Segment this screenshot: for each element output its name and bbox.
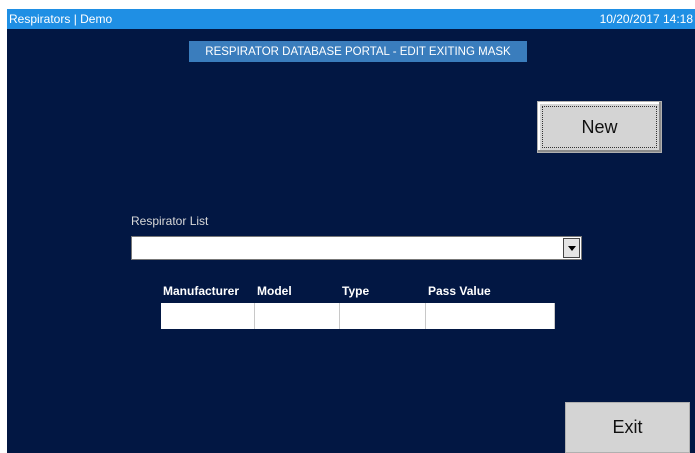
chevron-down-icon	[567, 245, 576, 251]
respirator-list-dropdown[interactable]	[131, 236, 582, 260]
app-screen: Respirators | Demo 10/20/2017 14:18 RESP…	[7, 9, 695, 453]
table-row[interactable]	[161, 303, 555, 329]
datetime-display: 10/20/2017 14:18	[599, 12, 693, 26]
column-header-type[interactable]: Type	[340, 277, 426, 303]
table-cell-model[interactable]	[255, 303, 340, 329]
column-header-pass-value[interactable]: Pass Value	[426, 277, 555, 303]
column-header-manufacturer[interactable]: Manufacturer	[161, 277, 255, 303]
table-cell-manufacturer[interactable]	[161, 303, 255, 329]
new-button[interactable]: New	[537, 101, 662, 153]
title-bar: Respirators | Demo 10/20/2017 14:18	[7, 9, 695, 29]
table-header: Manufacturer Model Type Pass Value	[161, 277, 555, 303]
app-title: Respirators | Demo	[9, 12, 113, 26]
respirator-list-label: Respirator List	[131, 214, 209, 228]
table-cell-type[interactable]	[340, 303, 426, 329]
dropdown-arrow-button[interactable]	[563, 238, 580, 258]
page-title: RESPIRATOR DATABASE PORTAL - EDIT EXITIN…	[189, 41, 527, 62]
table-cell-pass-value[interactable]	[426, 303, 555, 329]
column-header-model[interactable]: Model	[255, 277, 340, 303]
respirator-table: Manufacturer Model Type Pass Value	[161, 277, 555, 329]
exit-button[interactable]: Exit	[565, 402, 690, 453]
